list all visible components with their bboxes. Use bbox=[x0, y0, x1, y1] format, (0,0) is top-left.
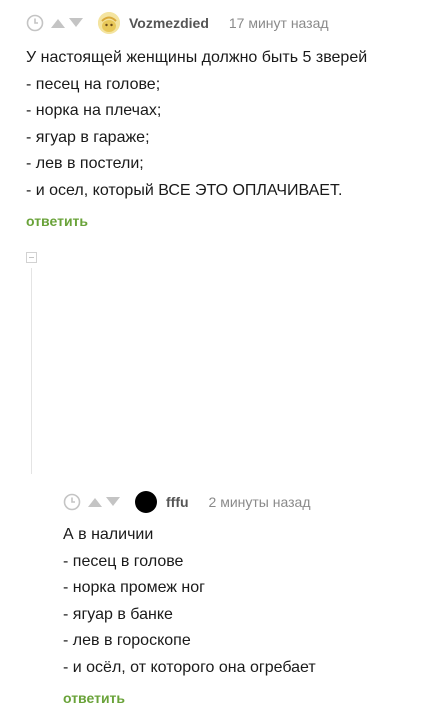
comment-header: Vozmezdied 17 минут назад bbox=[26, 8, 329, 38]
comment-timestamp[interactable]: 2 минуты назад bbox=[209, 494, 311, 510]
arrow-up-icon[interactable] bbox=[50, 16, 66, 30]
clock-icon[interactable] bbox=[26, 14, 44, 32]
comment-line: - норка на плечах; bbox=[26, 102, 162, 119]
avatar[interactable] bbox=[98, 12, 120, 34]
comment-line: У настоящей женщины должно быть 5 зверей bbox=[26, 49, 368, 66]
comment-author[interactable]: Vozmezdied bbox=[129, 15, 209, 31]
comment-body: А в наличии - песец в голове - норка про… bbox=[63, 522, 316, 681]
collapse-icon[interactable] bbox=[26, 252, 37, 263]
comment-timestamp[interactable]: 17 минут назад bbox=[229, 15, 329, 31]
arrow-up-icon[interactable] bbox=[87, 495, 103, 509]
comment-author[interactable]: fffu bbox=[166, 494, 189, 510]
comment-line: - и осёл, от которого она огребает bbox=[63, 658, 316, 676]
comment-line: - и осел, который ВСЕ ЭТО ОПЛАЧИВАЕТ. bbox=[26, 181, 343, 199]
arrow-down-icon[interactable] bbox=[68, 16, 84, 30]
comment-line: - ягуар в банке bbox=[63, 605, 173, 623]
comment-line: - песец в голове bbox=[63, 552, 184, 570]
arrow-down-icon[interactable] bbox=[105, 495, 121, 509]
clock-icon[interactable] bbox=[63, 493, 81, 511]
comment-line: - норка промеж ног bbox=[63, 579, 205, 596]
reply-button[interactable]: ответить bbox=[26, 213, 88, 229]
comment-line: - лев в постели; bbox=[26, 155, 144, 172]
reply-button[interactable]: ответить bbox=[63, 690, 125, 706]
comment-line: - ягуар в гараже; bbox=[26, 128, 150, 146]
avatar[interactable] bbox=[135, 491, 157, 513]
comment-line: А в наличии bbox=[63, 526, 154, 543]
comment-line: - песец на голове; bbox=[26, 75, 161, 93]
comment-line: - лев в гороскопе bbox=[63, 632, 191, 649]
comment-body: У настоящей женщины должно быть 5 зверей… bbox=[26, 45, 367, 204]
thread-branch-line[interactable] bbox=[31, 268, 32, 474]
comment-header: fffu 2 минуты назад bbox=[63, 487, 311, 517]
